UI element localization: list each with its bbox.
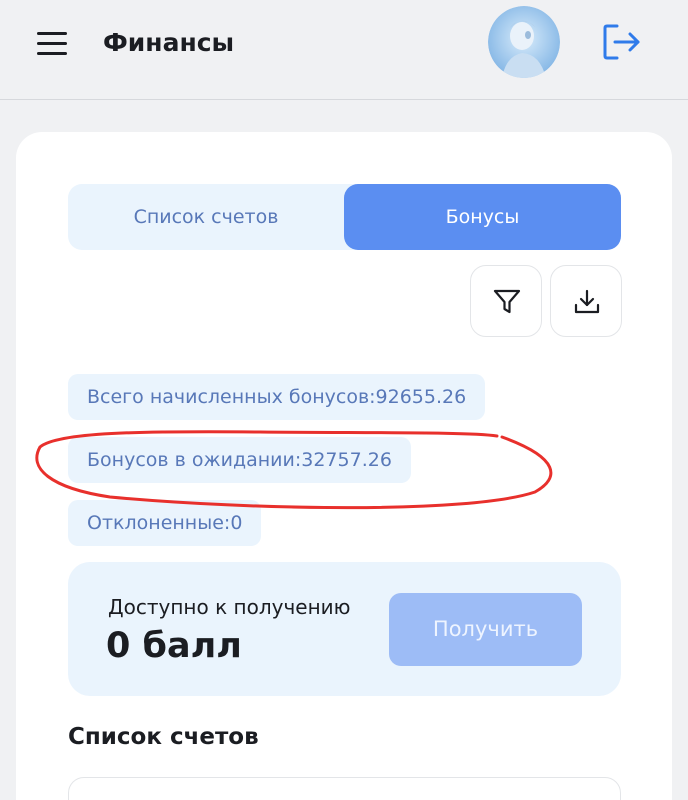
available-value: 0 балл (106, 626, 242, 666)
pending-bonuses-badge: Бонусов в ожидании:32757.26 (68, 437, 411, 483)
logout-icon[interactable] (600, 22, 642, 62)
tab-accounts-list[interactable]: Список счетов (68, 184, 344, 250)
get-bonus-button[interactable]: Получить (389, 593, 582, 666)
available-label: Доступно к получению (108, 595, 351, 619)
available-bonus-panel: Доступно к получению 0 балл Получить (68, 562, 621, 696)
filter-button[interactable] (470, 265, 542, 337)
tab-bonuses[interactable]: Бонусы (344, 184, 621, 250)
app-header: Финансы (0, 0, 688, 100)
hamburger-menu-icon[interactable] (37, 30, 67, 56)
download-icon (574, 289, 600, 314)
filter-icon (493, 289, 521, 314)
total-bonuses-badge: Всего начисленных бонусов:92655.26 (68, 374, 486, 420)
rejected-bonuses-badge: Отклоненные:0 (68, 500, 262, 546)
download-button[interactable] (550, 265, 622, 337)
tab-switcher: Список счетов Бонусы (68, 184, 621, 250)
accounts-list-title: Список счетов (68, 724, 259, 750)
page-title: Финансы (103, 28, 235, 57)
avatar[interactable] (488, 6, 560, 78)
accounts-list-item[interactable] (68, 777, 621, 800)
